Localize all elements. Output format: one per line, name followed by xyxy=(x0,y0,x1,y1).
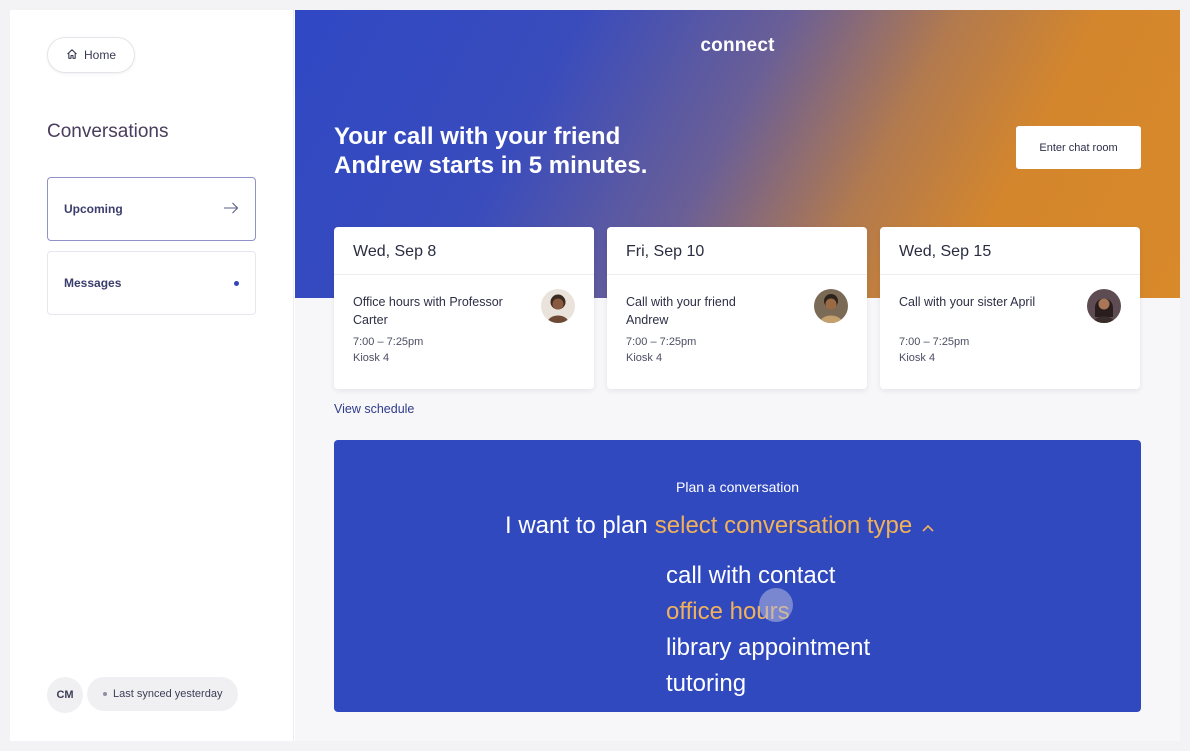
conversation-type-select[interactable]: select conversation type xyxy=(655,512,935,540)
avatar xyxy=(1087,289,1121,323)
card-date: Wed, Sep 8 xyxy=(334,227,594,275)
card-title: Call with your sister April xyxy=(899,295,1036,309)
app-window: Home Conversations Upcoming Messages CM … xyxy=(10,10,1180,741)
card-time: 7:00 – 7:25pm xyxy=(899,336,970,348)
card-date: Fri, Sep 10 xyxy=(607,227,867,275)
avatar xyxy=(541,289,575,323)
plan-sentence: I want to plan select conversation type xyxy=(505,512,935,540)
option-tutoring[interactable]: tutoring xyxy=(666,666,870,702)
sidebar-item-label: Upcoming xyxy=(64,202,123,216)
conversation-card[interactable]: Wed, Sep 15 Call with your sister April … xyxy=(880,227,1140,389)
sync-status: Last synced yesterday xyxy=(87,677,239,711)
select-label: select conversation type xyxy=(654,512,913,539)
unread-dot xyxy=(234,280,239,286)
status-dot xyxy=(103,692,107,696)
option-office-hours[interactable]: office hours xyxy=(666,594,870,630)
card-location: Kiosk 4 xyxy=(626,352,663,364)
sidebar: Home Conversations Upcoming Messages CM … xyxy=(10,10,294,741)
sidebar-item-label: Messages xyxy=(64,276,122,290)
conversation-card[interactable]: Fri, Sep 10 Call with your friend Andrew… xyxy=(607,227,867,389)
plan-heading: Plan a conversation xyxy=(676,479,799,495)
card-time: 7:00 – 7:25pm xyxy=(626,336,697,348)
plan-prefix: I want to plan xyxy=(505,512,648,539)
card-date: Wed, Sep 15 xyxy=(880,227,1140,275)
chevron-up-icon xyxy=(919,512,935,539)
card-title: Office hours with Professor Carter xyxy=(353,295,503,327)
sync-status-text: Last synced yesterday xyxy=(113,688,223,700)
enter-chat-room-button[interactable]: Enter chat room xyxy=(1016,126,1141,169)
card-title: Call with your friend Andrew xyxy=(626,295,736,327)
main-content: connect Your call with your friend Andre… xyxy=(295,10,1180,741)
home-label: Home xyxy=(83,48,116,62)
sidebar-item-upcoming[interactable]: Upcoming xyxy=(47,177,256,241)
home-button[interactable]: Home xyxy=(47,37,135,73)
sidebar-item-messages[interactable]: Messages xyxy=(47,251,256,315)
view-schedule-link[interactable]: View schedule xyxy=(334,402,414,416)
card-location: Kiosk 4 xyxy=(899,352,936,364)
option-library-appointment[interactable]: library appointment xyxy=(666,630,870,666)
plan-conversation-panel: Plan a conversation I want to plan selec… xyxy=(334,440,1141,712)
home-icon xyxy=(66,48,78,63)
user-avatar[interactable]: CM xyxy=(47,677,83,713)
option-call-with-contact[interactable]: call with contact xyxy=(666,558,870,594)
conversations-title: Conversations xyxy=(47,121,169,142)
conversation-type-options: call with contact office hours library a… xyxy=(666,558,870,702)
upcoming-call-message: Your call with your friend Andrew starts… xyxy=(334,123,648,179)
card-time: 7:00 – 7:25pm xyxy=(353,336,424,348)
conversation-card[interactable]: Wed, Sep 8 Office hours with Professor C… xyxy=(334,227,594,389)
card-location: Kiosk 4 xyxy=(353,352,390,364)
app-logo: connect xyxy=(700,35,775,56)
arrow-right-icon xyxy=(223,202,239,217)
avatar xyxy=(814,289,848,323)
